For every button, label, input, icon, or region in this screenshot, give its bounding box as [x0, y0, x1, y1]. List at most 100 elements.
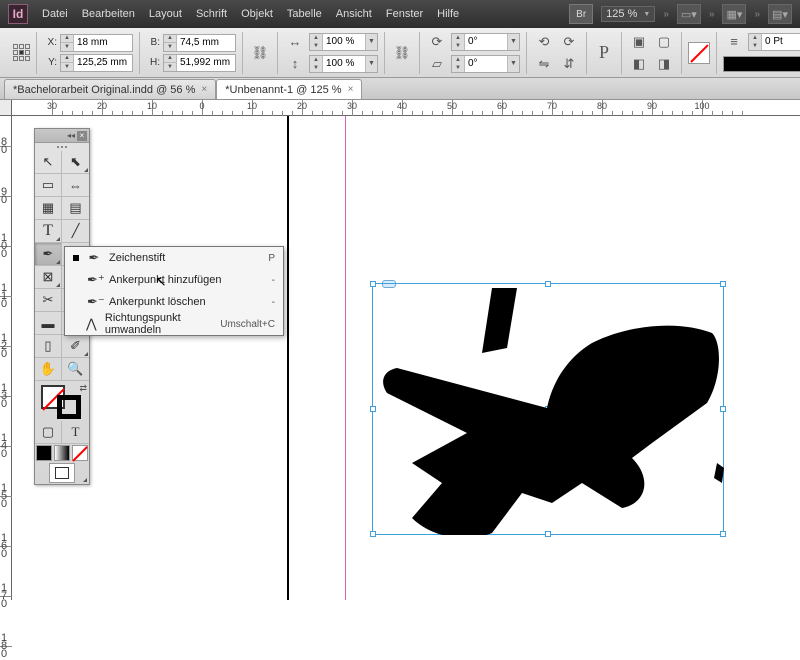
- workspace-button[interactable]: ▤▾: [768, 4, 792, 24]
- document-tab[interactable]: *Unbenannt-1 @ 125 % ×: [216, 79, 362, 99]
- chevron-icon: »: [709, 9, 715, 20]
- chevron-icon: »: [663, 9, 669, 20]
- bridge-button[interactable]: Br: [569, 4, 593, 24]
- y-input[interactable]: ▲▼: [60, 54, 133, 72]
- menu-layout[interactable]: Layout: [149, 8, 182, 20]
- note-tool[interactable]: ▯: [35, 335, 62, 357]
- selection-tool[interactable]: ↖: [35, 151, 62, 173]
- menu-object[interactable]: Objekt: [241, 8, 273, 20]
- zoom-tool[interactable]: 🔍: [62, 358, 89, 380]
- close-icon[interactable]: ×: [348, 84, 354, 95]
- scale-x-input[interactable]: ▲▼▼: [309, 33, 378, 51]
- apply-color-button[interactable]: [36, 445, 52, 461]
- item-label: Richtungspunkt umwandeln: [105, 312, 212, 336]
- apply-gradient-button[interactable]: [54, 445, 70, 461]
- scale-x-icon: ↔: [284, 32, 306, 52]
- flyout-item-delete-anchor[interactable]: ✒⁻Ankerpunkt löschen-: [65, 291, 283, 313]
- shear-input[interactable]: ▲▼▼: [451, 55, 520, 73]
- link-icon[interactable]: ⛓: [249, 43, 271, 63]
- zoom-level-combo[interactable]: 125 %: [601, 6, 655, 22]
- menu-edit[interactable]: Bearbeiten: [82, 8, 135, 20]
- document-tab[interactable]: *Bachelorarbeit Original.indd @ 56 % ×: [4, 79, 216, 99]
- x-input[interactable]: ▲▼: [60, 34, 133, 52]
- menu-file[interactable]: Datei: [42, 8, 68, 20]
- scale-y-icon: ↕: [284, 54, 306, 74]
- canvas[interactable]: [12, 116, 800, 600]
- ruler-origin[interactable]: [0, 100, 12, 116]
- content-collector-tool[interactable]: ▦: [35, 197, 62, 219]
- page-edge: [287, 116, 289, 600]
- hand-tool[interactable]: ✋: [35, 358, 62, 380]
- menu-view[interactable]: Ansicht: [336, 8, 372, 20]
- horizontal-ruler[interactable]: 3020100102030405060708090100: [12, 100, 800, 116]
- stroke-style-swatch[interactable]: [723, 56, 800, 72]
- fill-swatch[interactable]: [688, 42, 710, 64]
- stroke-weight-input[interactable]: ▲▼▼: [748, 33, 800, 51]
- select-next-icon[interactable]: ◨: [653, 54, 675, 74]
- item-label: Ankerpunkt hinzufügen: [109, 274, 222, 286]
- flip-h-icon[interactable]: ⇋: [533, 54, 555, 74]
- formatting-text-icon[interactable]: T: [62, 421, 89, 443]
- fill-stroke-control[interactable]: ⇄: [35, 381, 91, 421]
- content-placer-tool[interactable]: ▤: [62, 197, 89, 219]
- select-content-icon[interactable]: ▢: [653, 32, 675, 52]
- scissors-tool[interactable]: ✂: [35, 289, 62, 311]
- document-tabs: *Bachelorarbeit Original.indd @ 56 % × *U…: [0, 78, 800, 100]
- item-label: Ankerpunkt löschen: [109, 296, 206, 308]
- rotate-ccw-icon[interactable]: ⟲: [533, 32, 555, 52]
- constrain-icon[interactable]: ⛓: [391, 43, 413, 63]
- flyout-item-add-anchor[interactable]: ✒⁺ Ankerpunkt hinzufügen -: [65, 269, 283, 291]
- scale-y-input[interactable]: ▲▼▼: [309, 55, 378, 73]
- line-tool[interactable]: ╱: [62, 220, 89, 242]
- swap-icon[interactable]: ⇄: [79, 383, 87, 394]
- direct-selection-tool[interactable]: ⬉: [62, 151, 89, 173]
- shortcut: -: [272, 297, 275, 308]
- select-prev-icon[interactable]: ◧: [628, 54, 650, 74]
- close-icon[interactable]: ×: [77, 131, 87, 141]
- rectangle-frame-tool[interactable]: ⊠: [35, 266, 62, 288]
- menu-type[interactable]: Schrift: [196, 8, 227, 20]
- eyedropper-tool[interactable]: ✐: [62, 335, 89, 357]
- apply-none-button[interactable]: [72, 445, 88, 461]
- menu-table[interactable]: Tabelle: [287, 8, 322, 20]
- screen-mode-button[interactable]: ▭▾: [677, 4, 701, 24]
- arrange-button[interactable]: ▦▾: [722, 4, 746, 24]
- rotate-cw-icon[interactable]: ⟳: [558, 32, 580, 52]
- flip-v-icon[interactable]: ⇵: [558, 54, 580, 74]
- select-container-icon[interactable]: ▣: [628, 32, 650, 52]
- page-tool[interactable]: ▭: [35, 174, 62, 196]
- app-logo: Id: [8, 4, 28, 24]
- application-menubar: Id Datei Bearbeiten Layout Schrift Objek…: [0, 0, 800, 28]
- menu-window[interactable]: Fenster: [386, 8, 423, 20]
- placed-image[interactable]: [372, 283, 724, 535]
- shortcut: -: [272, 275, 275, 286]
- chevron-icon: »: [754, 9, 760, 20]
- y-label: Y:: [43, 57, 57, 68]
- rotation-input[interactable]: ▲▼▼: [451, 33, 520, 51]
- flyout-item-pen[interactable]: ✒ZeichenstiftP: [65, 247, 283, 269]
- reference-point-icon[interactable]: [12, 44, 30, 62]
- panel-header[interactable]: ◂◂×: [35, 129, 89, 143]
- vertical-ruler[interactable]: 8090100110120130140150160170180: [0, 116, 12, 600]
- type-tool[interactable]: T: [35, 220, 62, 242]
- flyout-item-convert[interactable]: ⋀Richtungspunkt umwandelnUmschalt+C: [65, 313, 283, 335]
- pen-tool[interactable]: ✒: [35, 243, 62, 265]
- tab-label: *Bachelorarbeit Original.indd @ 56 %: [13, 84, 195, 96]
- stroke-swatch[interactable]: [57, 395, 81, 419]
- pen-icon: ✒: [87, 250, 101, 266]
- stroke-weight-icon: ≡: [723, 32, 745, 52]
- close-icon[interactable]: ×: [201, 84, 207, 95]
- view-mode-button[interactable]: [49, 463, 75, 483]
- menu-help[interactable]: Hilfe: [437, 8, 459, 20]
- tab-label: *Unbenannt-1 @ 125 %: [225, 84, 341, 96]
- pen-tool-flyout: ✒ZeichenstiftP ✒⁺Ankerpunkt hinzufügen- …: [64, 246, 284, 336]
- pen-plus-icon: ✒⁺: [87, 272, 101, 288]
- gap-tool[interactable]: ⇔: [62, 174, 89, 196]
- width-input[interactable]: ▲▼: [163, 34, 236, 52]
- formatting-container-icon[interactable]: ▢: [35, 421, 62, 443]
- item-label: Zeichenstift: [109, 252, 165, 264]
- collapse-icon[interactable]: ◂◂: [67, 131, 75, 140]
- convert-point-icon: ⋀: [86, 316, 97, 332]
- gradient-swatch-tool[interactable]: ▬: [35, 312, 62, 334]
- height-input[interactable]: ▲▼: [163, 54, 236, 72]
